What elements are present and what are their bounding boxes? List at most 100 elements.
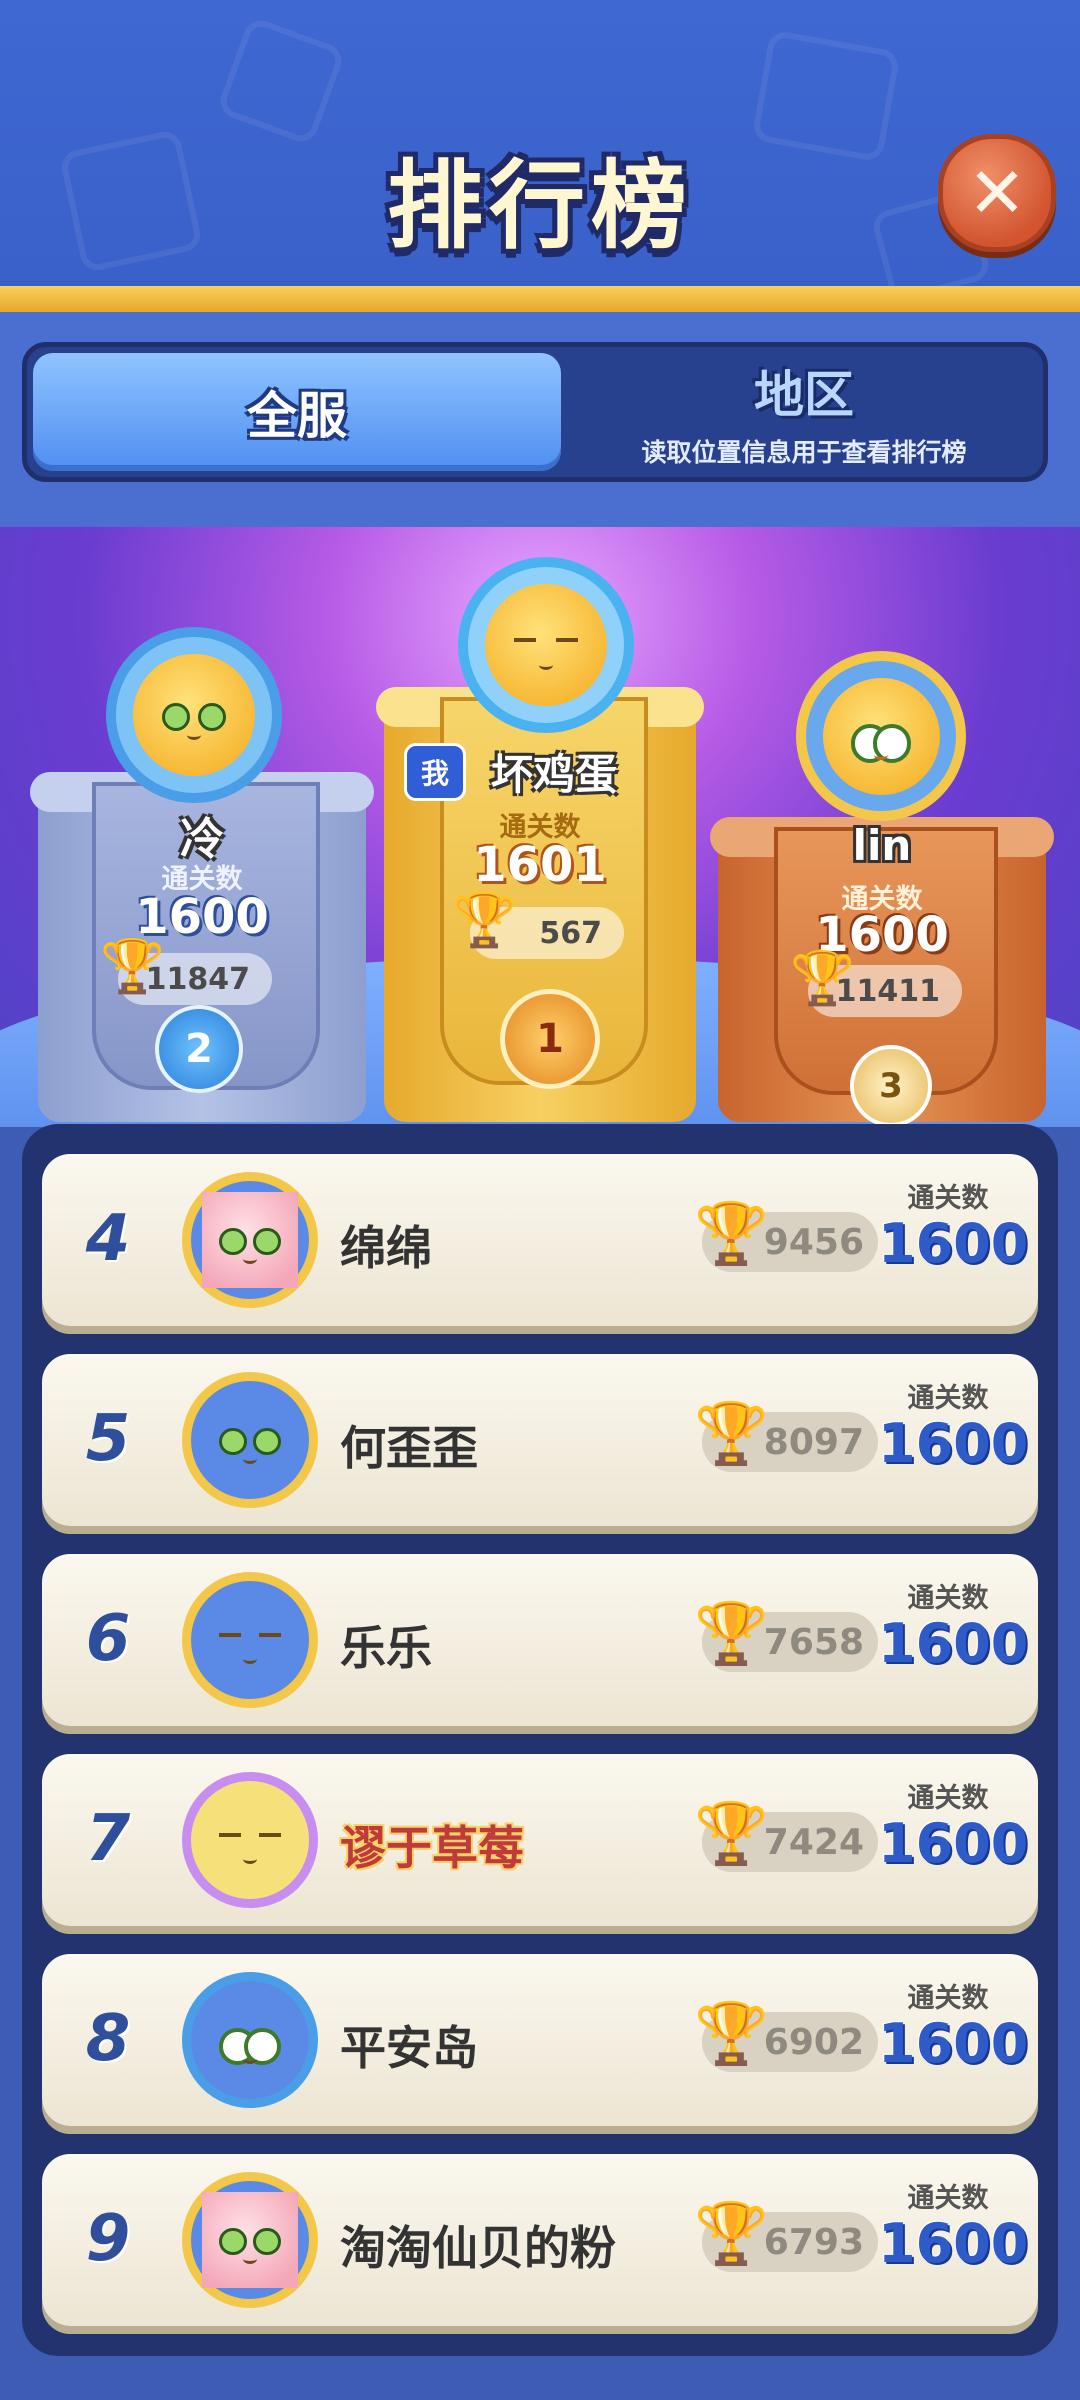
eye [259, 1632, 281, 1637]
rank-number: 8 [85, 2002, 131, 2076]
avatar[interactable] [182, 1572, 318, 1708]
score-value: 1600 [878, 2212, 1029, 2275]
trophy-count: 🏆 6793 [694, 2204, 878, 2272]
trophy-value: 7658 [763, 1621, 864, 1663]
podium-name-first: 坏鸡蛋 [490, 750, 617, 799]
podium-trophy-third: 🏆 11411 [790, 953, 962, 1017]
eye [219, 1632, 241, 1637]
avatar-face [202, 1992, 299, 2089]
page-title: 排行榜 [387, 150, 693, 262]
podium-trophy-second: 🏆 11847 [100, 941, 272, 1005]
close-x-icon: ✕ [967, 152, 1027, 234]
avatar[interactable] [182, 1772, 318, 1908]
medal-first-icon: 1 [500, 989, 600, 1089]
score-label: 通关数 [907, 1183, 989, 1214]
tab-region-sublabel: 读取位置信息用于查看排行榜 [641, 438, 967, 467]
podium-area: 冷 通关数 1600 🏆 11847 2 我 坏鸡蛋 通关数 1601 🏆 56… [0, 527, 1080, 1127]
tab-global-label: 全服 [247, 387, 347, 445]
rank-number: 4 [85, 1202, 131, 1276]
score-label: 通关数 [907, 1783, 989, 1814]
eye [259, 1832, 281, 1837]
rank-number: 6 [85, 1602, 131, 1676]
list-item[interactable]: 7 谬于草莓 🏆 7424 通关数 1600 [42, 1754, 1038, 1926]
close-button[interactable]: ✕ [938, 134, 1056, 252]
trophy-icon: 🏆 [694, 2199, 769, 2269]
medal-second-icon: 2 [155, 1005, 243, 1093]
eye [253, 1428, 281, 1456]
player-name: 乐乐 [340, 1621, 432, 1675]
avatar[interactable] [182, 1972, 318, 2108]
mouth [242, 2254, 258, 2265]
tab-bar: 全服 地区 读取位置信息用于查看排行榜 [22, 342, 1048, 482]
avatar-third[interactable] [796, 651, 966, 821]
trophy-icon: 🏆 [694, 1999, 769, 2069]
eye [162, 702, 191, 731]
trophy-value: 7424 [763, 1821, 864, 1863]
avatar-face [201, 1191, 299, 1289]
score-label: 通关数 [907, 2183, 989, 2214]
rank-number: 7 [85, 1802, 131, 1876]
mouth [242, 1854, 258, 1865]
mouth [242, 1254, 258, 1265]
eye [253, 1228, 281, 1256]
trophy-icon: 🏆 [790, 949, 855, 1009]
trophy-value: 6902 [763, 2021, 864, 2063]
ranking-list[interactable]: 4 绵绵 🏆 9456 通关数 1600 5 何歪歪 🏆 8097 通关数 1600… [22, 1124, 1058, 2356]
avatar[interactable] [182, 2172, 318, 2308]
podium-trophy-first: 🏆 567 [452, 895, 624, 959]
avatar-face [485, 584, 607, 706]
beak [873, 750, 888, 761]
eye [219, 2228, 247, 2256]
avatar-face [201, 2191, 299, 2289]
mouth [242, 1654, 258, 1665]
list-item[interactable]: 4 绵绵 🏆 9456 通关数 1600 [42, 1154, 1038, 1326]
avatar-second[interactable] [106, 627, 282, 803]
background-pattern [215, 15, 347, 147]
score-value: 1600 [878, 1812, 1029, 1875]
player-name: 淘淘仙贝的粉 [340, 2221, 616, 2275]
eye [253, 2228, 281, 2256]
trophy-count: 🏆 8097 [694, 1404, 878, 1472]
trophy-icon: 🏆 [694, 1199, 769, 1269]
rank-number: 5 [85, 1402, 131, 1476]
trophy-value: 9456 [763, 1221, 864, 1263]
podium-trophy-count-first: 567 [539, 915, 602, 951]
avatar-face [822, 677, 940, 795]
score-value: 1600 [878, 1412, 1029, 1475]
trophy-count: 🏆 7658 [694, 1604, 878, 1672]
podium-rank-first: 1 [536, 1016, 564, 1062]
mouth [186, 730, 202, 740]
player-name: 绵绵 [340, 1221, 432, 1275]
tab-region[interactable]: 地区 读取位置信息用于查看排行榜 [567, 353, 1041, 471]
podium-rank-second: 2 [185, 1026, 213, 1072]
avatar-first[interactable] [458, 557, 634, 733]
eye [514, 637, 537, 642]
trophy-count: 🏆 9456 [694, 1204, 878, 1272]
mouth [538, 660, 554, 670]
trophy-icon: 🏆 [100, 937, 165, 997]
header: 排行榜 ✕ [0, 0, 1080, 300]
list-item[interactable]: 8 平安岛 🏆 6902 通关数 1600 [42, 1954, 1038, 2126]
tab-bar-area: 全服 地区 读取位置信息用于查看排行榜 [0, 312, 1080, 527]
player-name: 平安岛 [340, 2021, 478, 2075]
podium-name-third: lin [852, 821, 912, 870]
mouth [242, 1454, 258, 1465]
eye [555, 637, 578, 642]
trophy-value: 6793 [763, 2221, 864, 2263]
list-item[interactable]: 9 淘淘仙贝的粉 🏆 6793 通关数 1600 [42, 2154, 1038, 2326]
avatar[interactable] [182, 1372, 318, 1508]
eye [219, 1832, 241, 1837]
tab-region-label: 地区 [754, 366, 854, 424]
trophy-icon: 🏆 [694, 1399, 769, 1469]
score-label: 通关数 [907, 1383, 989, 1414]
score-value: 1600 [878, 1612, 1029, 1675]
trophy-count: 🏆 7424 [694, 1804, 878, 1872]
me-badge: 我 [404, 743, 466, 801]
tab-global[interactable]: 全服 [33, 353, 561, 471]
trophy-icon: 🏆 [452, 891, 517, 951]
avatar-face [202, 1592, 299, 1689]
avatar-face [133, 654, 255, 776]
avatar[interactable] [182, 1172, 318, 1308]
list-item[interactable]: 5 何歪歪 🏆 8097 通关数 1600 [42, 1354, 1038, 1526]
list-item[interactable]: 6 乐乐 🏆 7658 通关数 1600 [42, 1554, 1038, 1726]
